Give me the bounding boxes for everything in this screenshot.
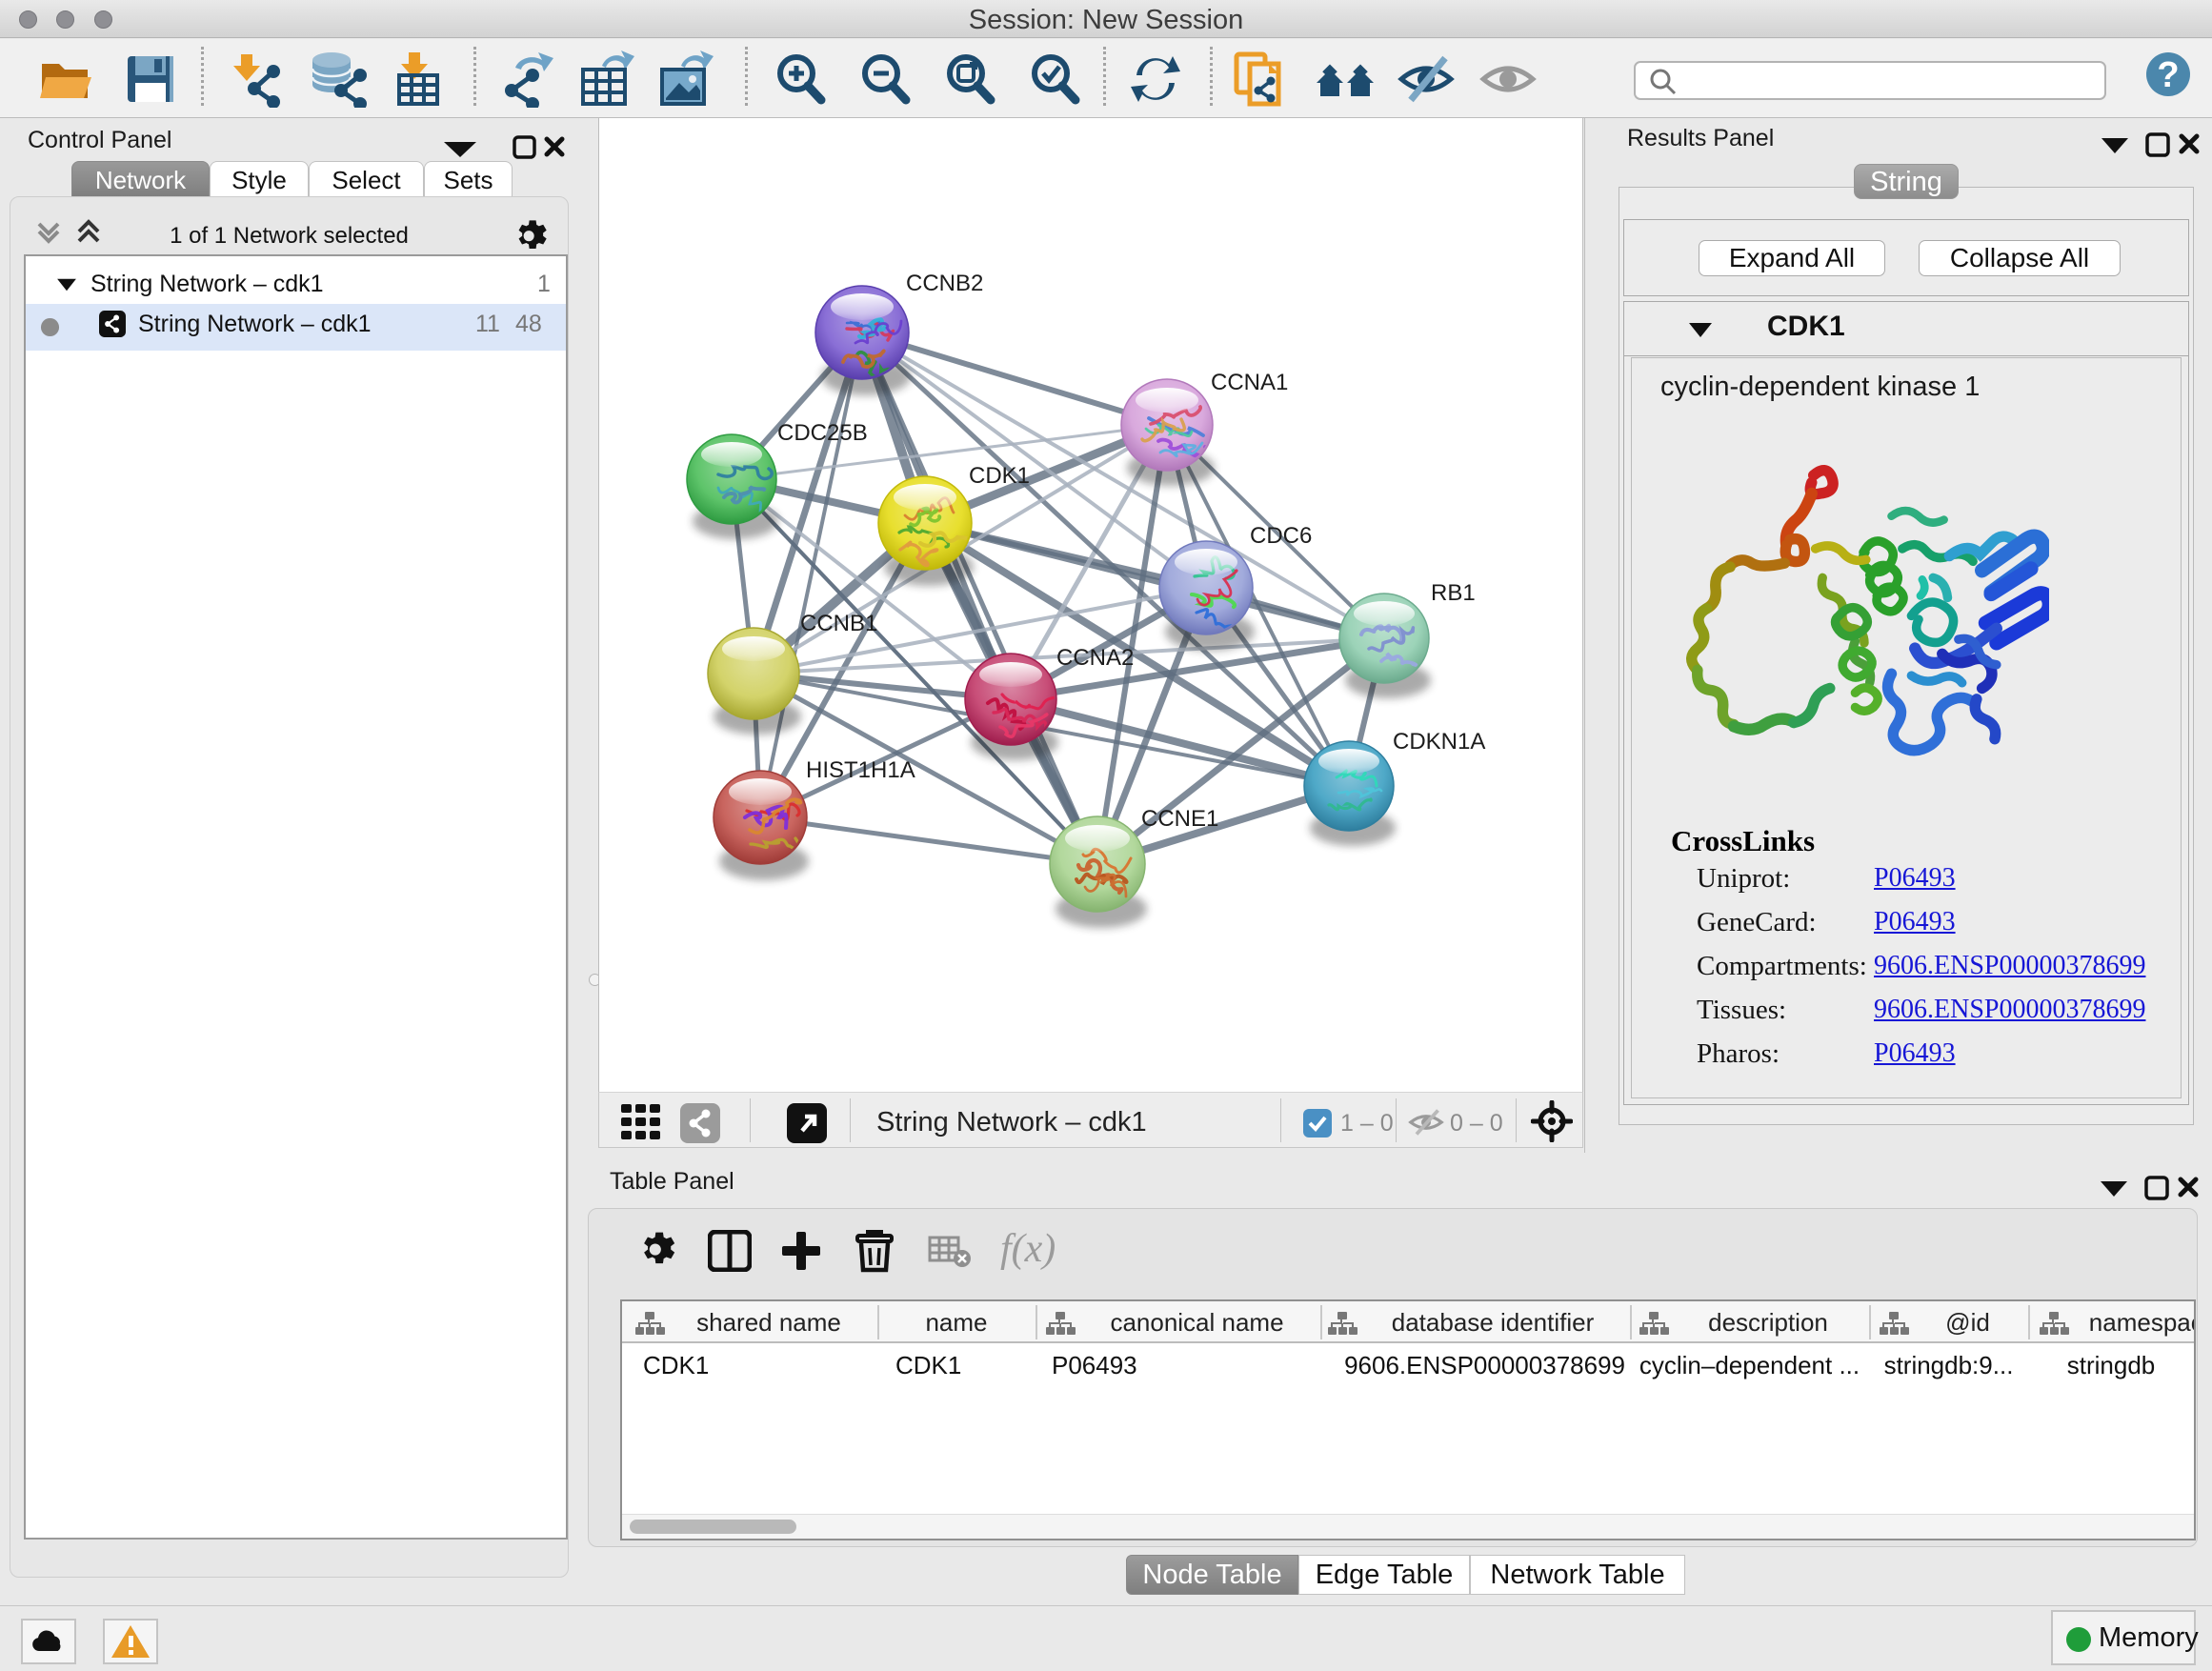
svg-text:CDK1: CDK1 <box>969 463 1030 489</box>
svg-text:?: ? <box>2157 55 2179 95</box>
svg-text:CDKN1A: CDKN1A <box>1393 729 1485 755</box>
svg-text:CDC25B: CDC25B <box>777 420 868 446</box>
svg-text:HIST1H1A: HIST1H1A <box>806 757 915 783</box>
svg-text:CCNA1: CCNA1 <box>1211 370 1288 395</box>
svg-text:CCNB2: CCNB2 <box>906 271 983 296</box>
svg-text:CCNA2: CCNA2 <box>1056 645 1134 671</box>
svg-text:RB1: RB1 <box>1431 580 1476 606</box>
svg-text:CDC6: CDC6 <box>1250 523 1312 549</box>
svg-text:CCNE1: CCNE1 <box>1141 806 1218 832</box>
svg-text:CCNB1: CCNB1 <box>800 611 877 636</box>
